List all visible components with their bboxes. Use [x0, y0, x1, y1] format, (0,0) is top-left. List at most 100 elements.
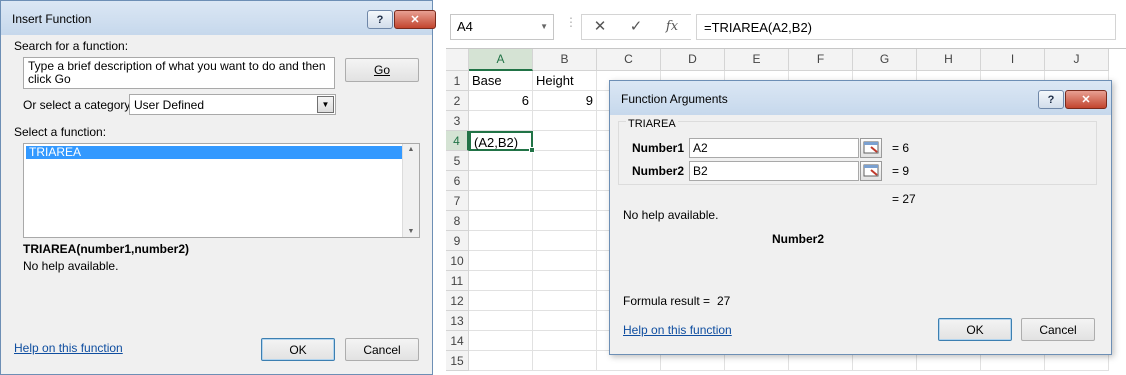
column-header-I[interactable]: I — [981, 49, 1045, 71]
row-header-2[interactable]: 2 — [446, 91, 469, 111]
ok-button[interactable]: OK — [938, 318, 1012, 341]
cell-A11[interactable] — [469, 271, 533, 291]
row-header-1[interactable]: 1 — [446, 71, 469, 91]
row-header-8[interactable]: 8 — [446, 211, 469, 231]
close-icon: ✕ — [410, 14, 420, 26]
category-label: Or select a category: — [23, 98, 134, 112]
cell-B10[interactable] — [533, 251, 597, 271]
formula-input[interactable]: =TRIAREA(A2,B2) — [696, 14, 1116, 40]
name-box-value: A4 — [457, 19, 473, 34]
help-link[interactable]: Help on this function — [14, 341, 123, 355]
cancel-icon[interactable]: ✕ — [588, 15, 612, 39]
row-header-5[interactable]: 5 — [446, 151, 469, 171]
cell-B7[interactable] — [533, 191, 597, 211]
cell-B4[interactable] — [533, 131, 597, 151]
row-header-7[interactable]: 7 — [446, 191, 469, 211]
function-list[interactable]: TRIAREA ▲ ▼ — [23, 143, 420, 238]
cell-B9[interactable] — [533, 231, 597, 251]
cell-B1[interactable]: Height — [533, 71, 597, 91]
chevron-down-icon[interactable]: ▼ — [540, 15, 548, 39]
cancel-button[interactable]: Cancel — [345, 338, 419, 361]
column-header-B[interactable]: B — [533, 49, 597, 71]
column-header-A[interactable]: A — [469, 49, 533, 71]
cell-A5[interactable] — [469, 151, 533, 171]
row-header-4[interactable]: 4 — [446, 131, 469, 151]
cell-A4[interactable]: (A2,B2) — [469, 131, 535, 153]
cell-A2[interactable]: 6 — [469, 91, 533, 111]
help-button[interactable]: ? — [367, 10, 393, 29]
cell-B6[interactable] — [533, 171, 597, 191]
cell-A13[interactable] — [469, 311, 533, 331]
cell-A10[interactable] — [469, 251, 533, 271]
cell-A12[interactable] — [469, 291, 533, 311]
column-header-F[interactable]: F — [789, 49, 853, 71]
column-header-E[interactable]: E — [725, 49, 789, 71]
fx-icon[interactable]: fx — [660, 15, 684, 39]
number2-input[interactable]: B2 — [689, 161, 859, 181]
number1-result-value: 6 — [902, 141, 910, 155]
cell-B13[interactable] — [533, 311, 597, 331]
column-header-H[interactable]: H — [917, 49, 981, 71]
argument-description-title: Number2 — [772, 232, 825, 246]
row-header-13[interactable]: 13 — [446, 311, 469, 331]
close-icon: ✕ — [1081, 94, 1091, 106]
cell-B14[interactable] — [533, 331, 597, 351]
search-input[interactable]: Type a brief description of what you wan… — [23, 57, 335, 89]
list-item-triarea[interactable]: TRIAREA — [26, 146, 402, 159]
help-text: No help available. — [23, 259, 119, 273]
title-bar: Function Arguments ? ✕ — [610, 81, 1111, 115]
select-all-corner[interactable] — [446, 49, 469, 71]
row-header-6[interactable]: 6 — [446, 171, 469, 191]
cell-B15[interactable] — [533, 351, 597, 371]
cell-A1[interactable]: Base — [469, 71, 533, 91]
cell-A6[interactable] — [469, 171, 533, 191]
row-header-11[interactable]: 11 — [446, 271, 469, 291]
cell-A15[interactable] — [469, 351, 533, 371]
scroll-down-icon[interactable]: ▼ — [403, 228, 419, 235]
cell-A3[interactable] — [469, 111, 533, 131]
title-bar: Insert Function ? ✕ — [1, 1, 436, 35]
total-result: = 27 — [892, 192, 916, 206]
cell-A9[interactable] — [469, 231, 533, 251]
row-header-12[interactable]: 12 — [446, 291, 469, 311]
close-button[interactable]: ✕ — [1065, 90, 1107, 109]
cell-A8[interactable] — [469, 211, 533, 231]
fill-handle[interactable] — [529, 147, 535, 153]
column-header-G[interactable]: G — [853, 49, 917, 71]
column-header-C[interactable]: C — [597, 49, 661, 71]
cell-B8[interactable] — [533, 211, 597, 231]
row-header-3[interactable]: 3 — [446, 111, 469, 131]
close-button[interactable]: ✕ — [394, 10, 436, 29]
name-box[interactable]: A4 ▼ — [450, 14, 554, 40]
row-header-9[interactable]: 9 — [446, 231, 469, 251]
cancel-button[interactable]: Cancel — [1021, 318, 1095, 341]
column-header-D[interactable]: D — [661, 49, 725, 71]
enter-icon[interactable]: ✓ — [624, 15, 648, 39]
chevron-down-icon[interactable]: ▼ — [317, 96, 334, 113]
cell-A7[interactable] — [469, 191, 533, 211]
number1-input[interactable]: A2 — [689, 138, 859, 158]
list-scrollbar[interactable]: ▲ ▼ — [402, 144, 419, 237]
collapse-dialog-icon[interactable] — [860, 161, 882, 181]
go-button[interactable]: Go — [345, 58, 419, 82]
collapse-dialog-icon[interactable] — [860, 138, 882, 158]
row-header-15[interactable]: 15 — [446, 351, 469, 371]
cell-B2[interactable]: 9 — [533, 91, 597, 111]
category-select[interactable]: User Defined ▼ — [129, 94, 336, 115]
ok-button[interactable]: OK — [261, 338, 335, 361]
row-header-10[interactable]: 10 — [446, 251, 469, 271]
row-header-14[interactable]: 14 — [446, 331, 469, 351]
cell-B5[interactable] — [533, 151, 597, 171]
formula-buttons: ✕ ✓ fx — [581, 14, 691, 40]
column-header-J[interactable]: J — [1045, 49, 1109, 71]
scroll-up-icon[interactable]: ▲ — [403, 146, 419, 153]
number1-result: = 6 — [892, 141, 910, 155]
help-button[interactable]: ? — [1038, 90, 1064, 109]
help-link[interactable]: Help on this function — [623, 323, 732, 337]
cell-B3[interactable] — [533, 111, 597, 131]
cell-B12[interactable] — [533, 291, 597, 311]
dialog-title: Insert Function — [12, 12, 92, 26]
cell-B11[interactable] — [533, 271, 597, 291]
select-function-label: Select a function: — [14, 125, 107, 139]
cell-A14[interactable] — [469, 331, 533, 351]
